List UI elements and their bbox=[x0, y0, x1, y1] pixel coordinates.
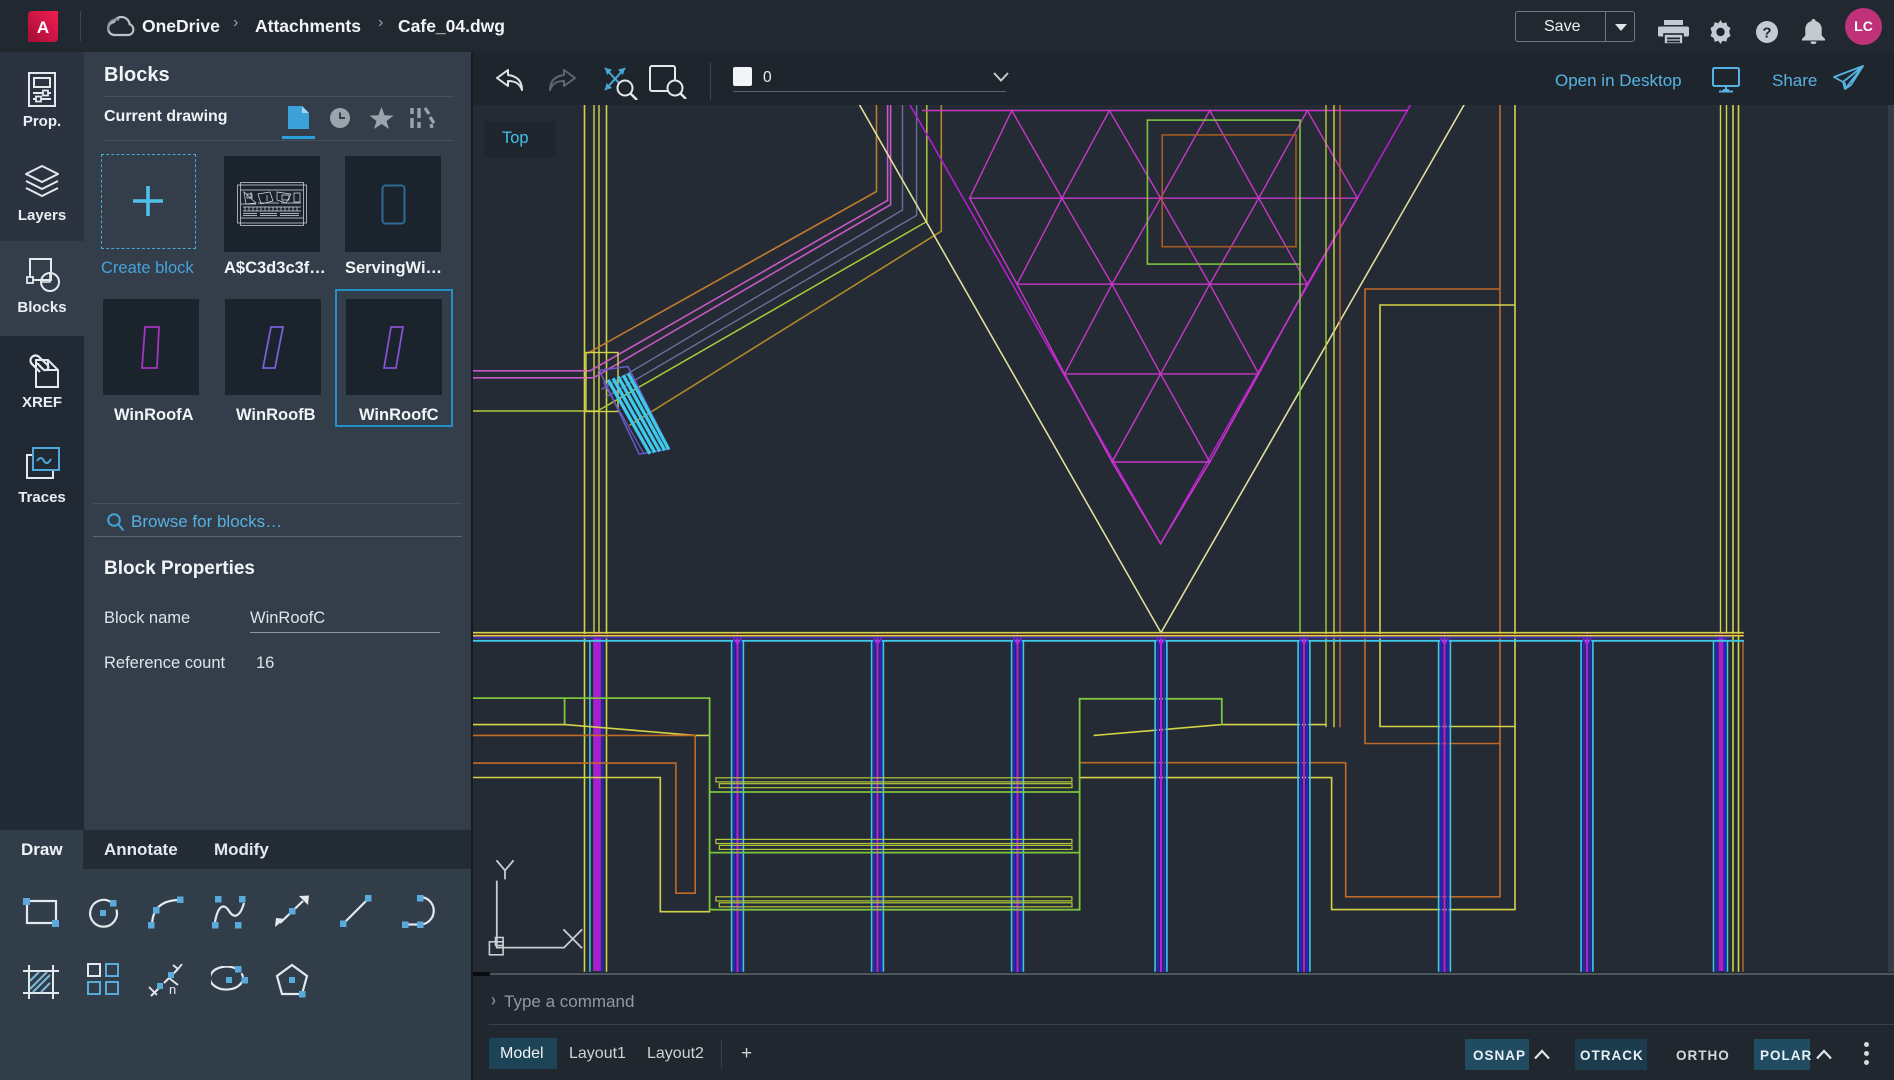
svg-text:n: n bbox=[169, 982, 176, 997]
svg-text:?: ? bbox=[1762, 25, 1771, 42]
svg-text:A: A bbox=[37, 18, 49, 37]
